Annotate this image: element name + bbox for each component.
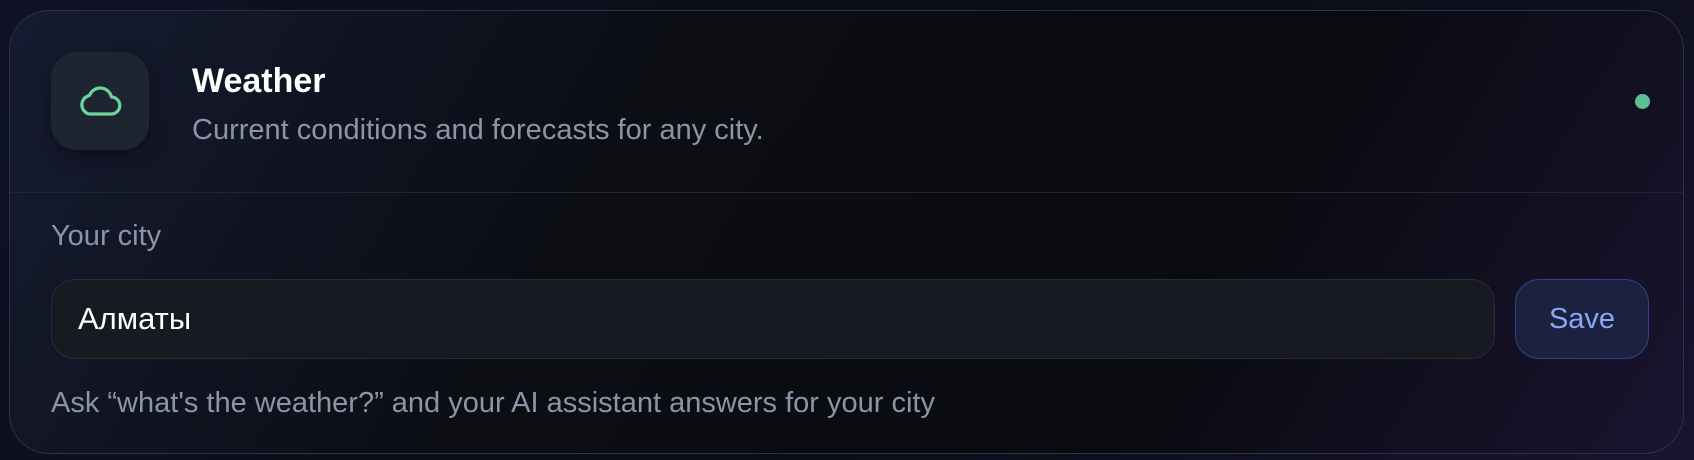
city-hint-text: Ask “what's the weather?” and your AI as… (51, 387, 935, 419)
status-indicator-dot (1635, 94, 1650, 109)
city-input[interactable] (51, 279, 1495, 359)
widget-header: Weather Current conditions and forecasts… (10, 11, 1683, 193)
save-button[interactable]: Save (1515, 279, 1649, 359)
widget-subtitle: Current conditions and forecasts for any… (192, 114, 764, 146)
widget-icon-tile (51, 52, 149, 150)
city-field-label: Your city (51, 220, 162, 252)
weather-widget-card: Weather Current conditions and forecasts… (9, 10, 1684, 454)
widget-title: Weather (192, 62, 326, 100)
cloud-icon (80, 86, 122, 116)
